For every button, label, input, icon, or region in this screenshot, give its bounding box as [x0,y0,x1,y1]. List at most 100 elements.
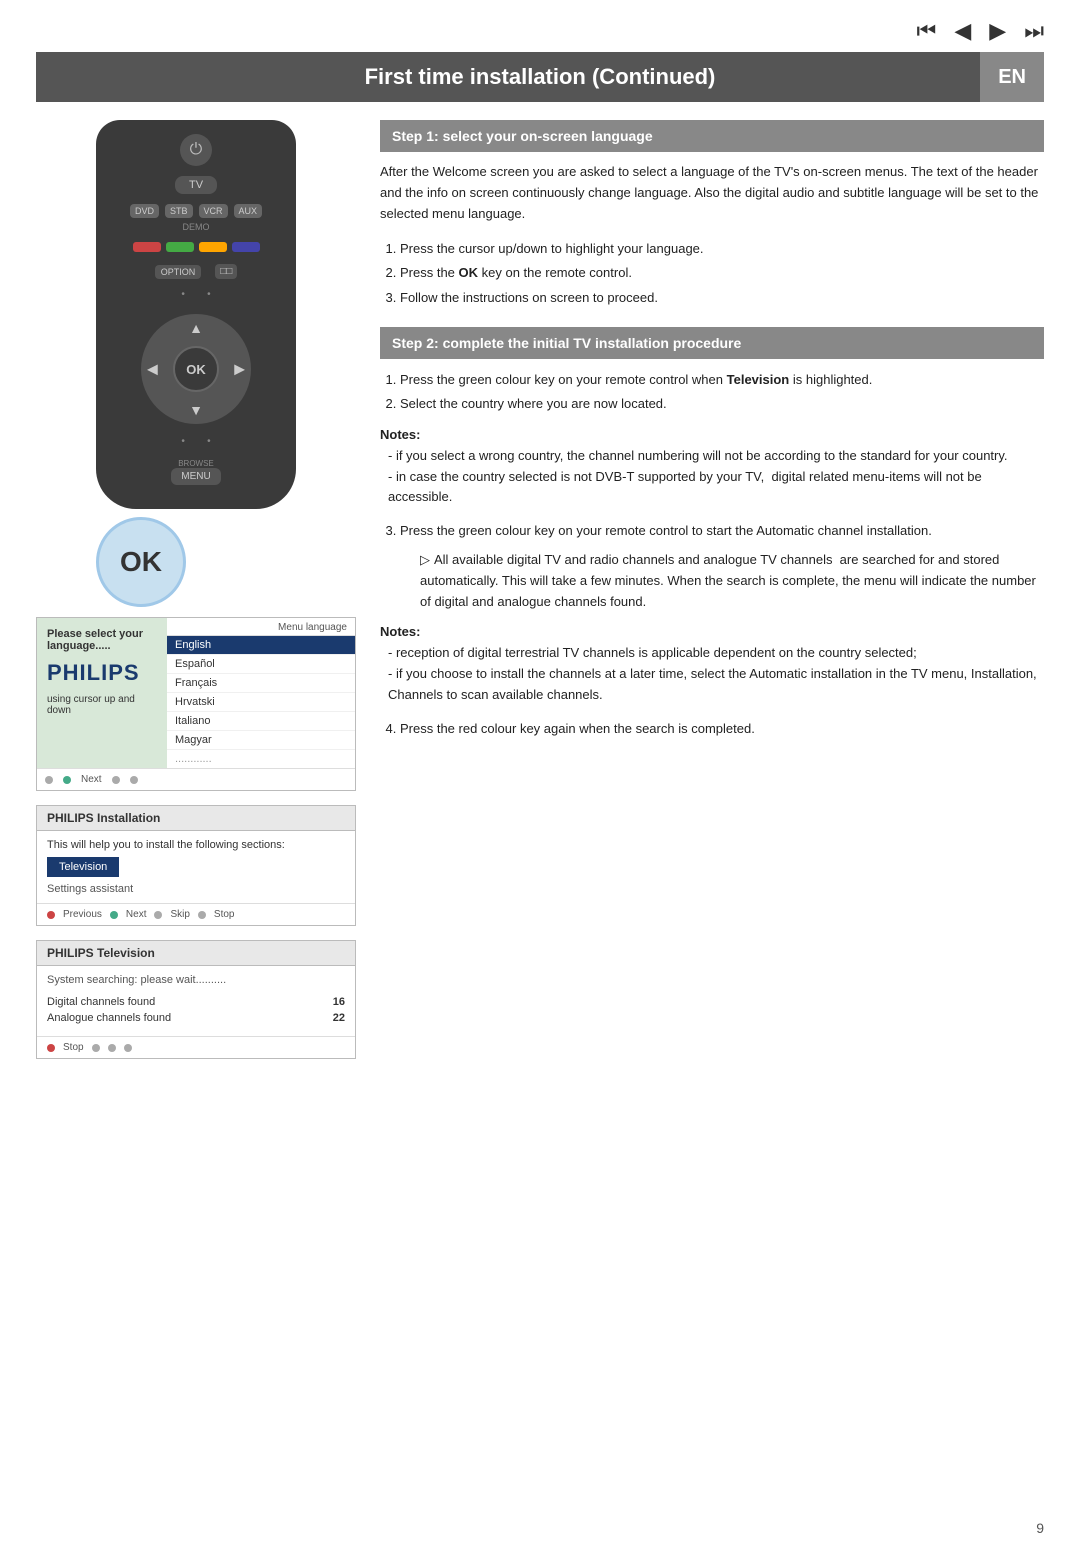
step2-list-item-2: Select the country where you are now loc… [400,393,1044,415]
skip-forward-icon[interactable]: ⏭ [1024,18,1044,44]
step2-list-3: Press the red colour key again when the … [400,718,1044,740]
language-item-francais[interactable]: Français [167,674,355,693]
digital-channels-label: Digital channels found [47,996,155,1008]
nav-dot-stop [198,911,206,919]
language-screen: Please select your language..... PHILIPS… [36,617,356,791]
next-label-screen1[interactable]: Next [81,774,102,785]
aux-button[interactable]: AUX [234,204,263,218]
nav-dot-skip [154,911,162,919]
stop-label-screen3[interactable]: Stop [63,1042,84,1053]
language-item-hrvatski[interactable]: Hrvatski [167,693,355,712]
step2-header: Step 2: complete the initial TV installa… [380,327,1044,359]
step1-list: Press the cursor up/down to highlight yo… [400,238,1044,308]
dpad-left-arrow[interactable]: ◀ [147,361,158,378]
language-item-italiano[interactable]: Italiano [167,712,355,731]
nav-dot-next [63,776,71,784]
notes-box-1: Notes: - if you select a wrong country, … [380,427,1044,508]
stop-label-screen2[interactable]: Stop [214,909,235,920]
step1-header: Step 1: select your on-screen language [380,120,1044,152]
dpad-right-arrow[interactable]: ▶ [234,361,245,378]
philips-bold-2: PHILIPS [47,811,94,825]
digital-channels-row: Digital channels found 16 [47,996,345,1008]
nav-dot-3 [112,776,120,784]
step1-list-item-1: Press the cursor up/down to highlight yo… [400,238,1044,260]
skip-label[interactable]: Skip [170,909,189,920]
television-label: Television [94,946,155,960]
television-button[interactable]: Television [47,857,119,877]
language-screen-left: Please select your language..... PHILIPS… [37,618,167,768]
installation-body-text: This will help you to install the follow… [47,839,345,851]
searching-text: System searching: please wait.......... [47,974,345,986]
step1-list-item-3: Follow the instructions on screen to pro… [400,287,1044,309]
step2-list: Press the green colour key on your remot… [400,369,1044,415]
cursor-instruction: using cursor up and down [47,694,157,716]
option-button[interactable]: OPTION [155,265,202,279]
subtitle-button[interactable]: □□ [215,264,237,279]
main-layout: ⏻ TV DVD STB VCR AUX DEMO [0,102,1080,1073]
nav-dot-next-2 [110,911,118,919]
green-button[interactable] [166,242,194,252]
source-buttons: DVD STB VCR AUX [130,204,262,218]
note-1-item-2: - in case the country selected is not DV… [388,467,1044,509]
forward-icon[interactable]: ▶ [989,18,1006,44]
vcr-button[interactable]: VCR [199,204,228,218]
power-button[interactable]: ⏻ [180,134,212,166]
yellow-button[interactable] [199,242,227,252]
left-column: ⏻ TV DVD STB VCR AUX DEMO [36,120,356,1073]
language-badge: EN [980,52,1044,102]
skip-back-icon[interactable]: ⏮ [917,18,937,44]
note-2-item-2: - if you choose to install the channels … [388,664,1044,706]
television-screen: PHILIPS Television System searching: ple… [36,940,356,1059]
browse-label: BROWSE [178,459,214,468]
page-title: First time installation (Continued) [365,64,716,89]
philips-logo-1: PHILIPS [47,660,157,686]
television-header: PHILIPS Television [37,941,355,966]
language-item-english[interactable]: English [167,636,355,655]
dpad-down-arrow[interactable]: ▼ [189,402,203,418]
dpad[interactable]: ▲ ▼ ◀ ▶ OK [141,314,251,424]
red-button[interactable] [133,242,161,252]
stb-button[interactable]: STB [165,204,193,218]
menu-section: BROWSE MENU [171,459,220,485]
nav-dot-4 [130,776,138,784]
please-select-text: Please select your language..... [47,628,157,652]
installation-screen: PHILIPS Installation This will help you … [36,805,356,926]
nav-dot-stop-tv [47,1044,55,1052]
step2-list-2: Press the green colour key on your remot… [400,520,1044,612]
sub-arrow: ▷ [420,552,430,567]
step2-list-item-1: Press the green colour key on your remot… [400,369,1044,391]
installation-label: Installation [94,811,161,825]
nav-dot-tv-2 [92,1044,100,1052]
installation-nav: Previous Next Skip Stop [37,903,355,925]
language-item-magyar[interactable]: Magyar [167,731,355,750]
step1-list-item-2: Press the OK key on the remote control. [400,262,1044,284]
previous-label[interactable]: Previous [63,909,102,920]
menu-button[interactable]: MENU [171,468,220,485]
nav-dot-tv-3 [108,1044,116,1052]
menu-language-label: Menu language [167,618,355,636]
philips-bold-3: PHILIPS [47,946,94,960]
step2-list-item-4: Press the red colour key again when the … [400,718,1044,740]
page-number: 9 [1036,1520,1044,1536]
rewind-icon[interactable]: ◀ [954,18,971,44]
dpad-up-arrow[interactable]: ▲ [189,320,203,336]
notes-list-1: - if you select a wrong country, the cha… [388,446,1044,508]
dpad-ok-button[interactable]: OK [173,346,219,392]
installation-header: PHILIPS Installation [37,806,355,831]
language-screen-inner: Please select your language..... PHILIPS… [37,618,355,768]
note-1-item-1: - if you select a wrong country, the cha… [388,446,1044,467]
blue-button[interactable] [232,242,260,252]
ok-bubble: OK [96,517,186,607]
nav-dot-1 [45,776,53,784]
analogue-channels-count: 22 [333,1012,345,1024]
digital-channels-count: 16 [333,996,345,1008]
dvd-button[interactable]: DVD [130,204,159,218]
next-label-screen2[interactable]: Next [126,909,147,920]
television-nav: Stop [37,1036,355,1058]
analogue-channels-row: Analogue channels found 22 [47,1012,345,1024]
settings-assistant-label: Settings assistant [47,883,345,895]
notes-label-2: Notes: [380,624,1044,639]
language-more-dots: ............ [167,750,355,768]
tv-button[interactable]: TV [175,176,217,194]
language-item-espanol[interactable]: Español [167,655,355,674]
